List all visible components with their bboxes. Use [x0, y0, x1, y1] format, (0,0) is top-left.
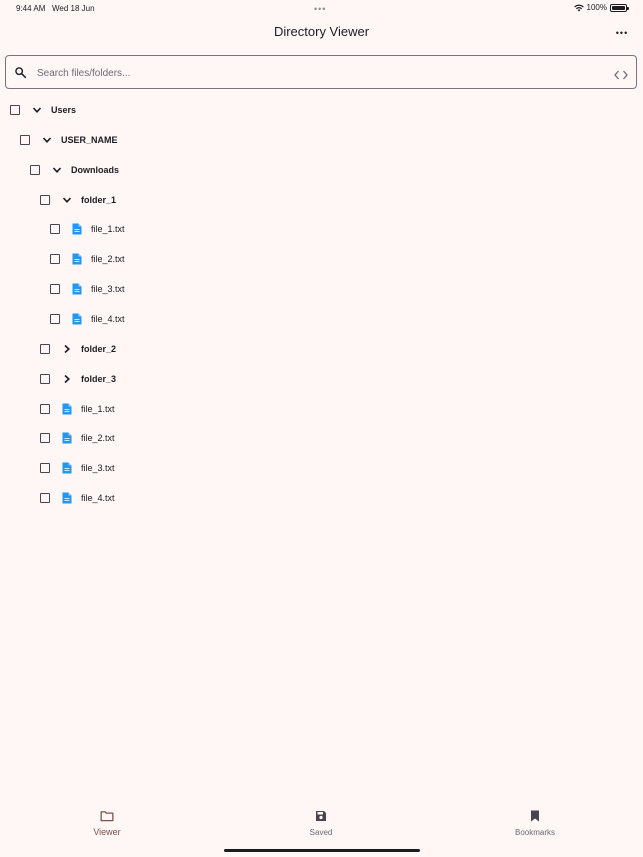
nav-label-viewer: Viewer — [93, 827, 121, 837]
search-icon — [14, 66, 27, 84]
multitasking-dots-icon[interactable]: ••• — [314, 4, 326, 14]
select-checkbox[interactable] — [20, 134, 30, 145]
status-date: Wed 18 Jun — [52, 4, 95, 13]
select-checkbox[interactable] — [40, 343, 50, 354]
status-time: 9:44 AM — [16, 4, 46, 13]
wifi-icon — [573, 4, 584, 12]
select-checkbox[interactable] — [50, 254, 60, 265]
chevron-down-icon[interactable] — [31, 104, 43, 116]
page-title: Directory Viewer — [273, 24, 370, 39]
tree-file-row[interactable]: file_2.txt — [40, 423, 115, 453]
code-icon[interactable] — [614, 67, 628, 85]
select-checkbox[interactable] — [40, 493, 50, 504]
select-checkbox[interactable] — [50, 284, 60, 295]
tree-folder-row[interactable]: USER_NAME — [20, 125, 118, 155]
select-checkbox[interactable] — [40, 433, 50, 444]
tree-item-label: file_4.txt — [91, 313, 125, 324]
select-checkbox[interactable] — [10, 105, 20, 115]
select-checkbox[interactable] — [40, 463, 50, 474]
file-icon — [61, 403, 73, 415]
tree-item-label: folder_3 — [81, 373, 117, 384]
tree-file-row[interactable]: file_2.txt — [50, 244, 125, 274]
file-icon — [71, 313, 83, 325]
nav-item-bookmarks[interactable]: Bookmarks — [495, 810, 575, 837]
tree-file-row[interactable]: file_1.txt — [50, 214, 125, 244]
tree-file-row[interactable]: file_3.txt — [50, 274, 125, 304]
select-checkbox[interactable] — [50, 224, 60, 235]
tree-file-row[interactable]: file_3.txt — [40, 453, 115, 483]
status-bar: 9:44 AM Wed 18 Jun ••• 100% — [0, 0, 643, 16]
tree-folder-row[interactable]: Users — [10, 95, 76, 125]
tree-item-label: file_3.txt — [91, 284, 125, 295]
folder-icon — [67, 810, 147, 824]
battery-percent: 100% — [586, 3, 607, 12]
nav-item-saved[interactable]: Saved — [281, 810, 361, 837]
tree-folder-row[interactable]: folder_2 — [40, 334, 116, 364]
tree-folder-row[interactable]: Downloads — [30, 155, 119, 185]
chevron-right-icon[interactable] — [61, 373, 73, 385]
tree-item-label: folder_1 — [81, 194, 117, 205]
select-checkbox[interactable] — [30, 164, 40, 175]
tree-item-label: file_2.txt — [91, 254, 125, 265]
chevron-down-icon[interactable] — [51, 164, 63, 176]
file-icon — [61, 432, 73, 444]
tree-item-label: USER_NAME — [61, 134, 118, 145]
file-icon — [71, 253, 83, 265]
select-checkbox[interactable] — [40, 373, 50, 384]
home-indicator[interactable] — [224, 849, 420, 852]
tree-item-label: file_2.txt — [81, 433, 115, 444]
more-horizontal-icon: ••• — [615, 28, 629, 38]
tree-item-label: file_1.txt — [91, 224, 125, 235]
tree-folder-row[interactable]: folder_3 — [40, 364, 116, 394]
tree-item-label: file_4.txt — [81, 493, 115, 504]
tree-file-row[interactable]: file_4.txt — [50, 304, 125, 334]
battery-icon — [610, 3, 629, 12]
bookmark-icon — [495, 810, 575, 824]
chevron-down-icon[interactable] — [41, 134, 53, 146]
tree-item-label: file_1.txt — [81, 403, 115, 414]
more-options-button[interactable]: ••• — [611, 24, 633, 42]
nav-label-bookmarks: Bookmarks — [514, 828, 555, 837]
file-icon — [71, 283, 83, 295]
select-checkbox[interactable] — [40, 403, 50, 414]
tree-folder-row[interactable]: folder_1 — [40, 185, 116, 215]
tree-item-label: Users — [51, 105, 77, 115]
file-icon — [61, 492, 73, 504]
search-input[interactable] — [37, 64, 597, 82]
file-icon — [71, 223, 83, 235]
tree-item-label: Downloads — [71, 164, 120, 175]
chevron-right-icon[interactable] — [61, 343, 73, 355]
file-icon — [61, 462, 73, 474]
chevron-down-icon[interactable] — [61, 194, 73, 206]
tree-file-row[interactable]: file_4.txt — [40, 483, 115, 513]
search-field[interactable] — [5, 55, 637, 89]
select-checkbox[interactable] — [50, 313, 60, 324]
tree-item-label: folder_2 — [81, 343, 117, 354]
tree-item-label: file_3.txt — [81, 463, 115, 474]
save-icon — [281, 810, 361, 824]
nav-label-saved: Saved — [309, 828, 333, 837]
status-indicators: 100% — [573, 3, 629, 12]
nav-item-viewer[interactable]: Viewer — [67, 810, 147, 837]
tree-file-row[interactable]: file_1.txt — [40, 394, 115, 424]
select-checkbox[interactable] — [40, 194, 50, 205]
